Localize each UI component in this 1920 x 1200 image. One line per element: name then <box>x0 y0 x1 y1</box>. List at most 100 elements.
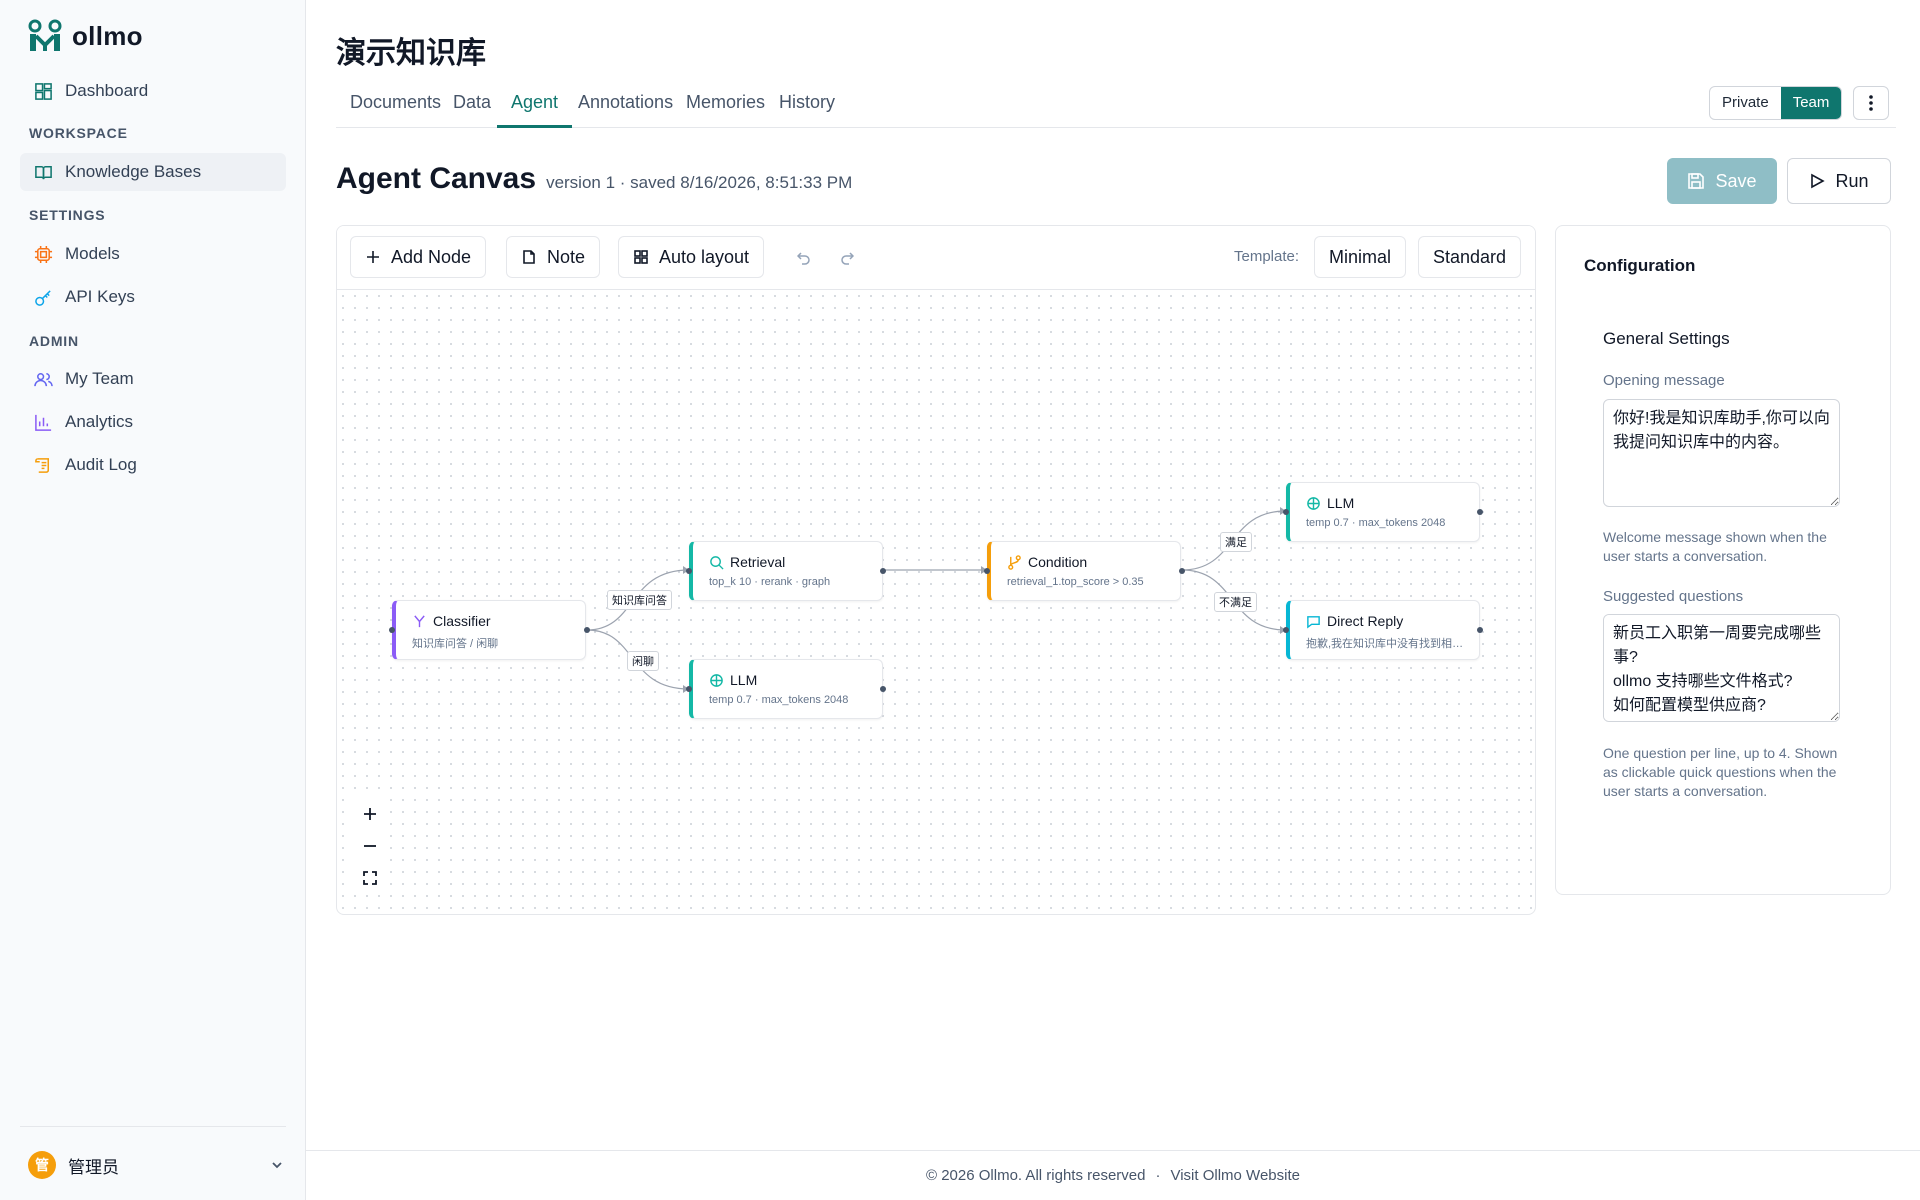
node-output-port[interactable] <box>584 627 590 633</box>
node-output-port[interactable] <box>880 686 886 692</box>
search-icon <box>710 555 724 570</box>
node-title: LLM <box>730 672 758 688</box>
node-condition[interactable]: Condition retrieval_1.top_score > 0.35 <box>987 541 1181 601</box>
section-admin: ADMIN <box>29 333 79 349</box>
template-minimal-button[interactable]: Minimal <box>1314 236 1407 278</box>
node-input-port[interactable] <box>1283 627 1289 633</box>
sidebar-footer: 管 管理员 <box>20 1126 286 1200</box>
sidebar-item-audit-log[interactable]: Audit Log <box>20 446 286 484</box>
run-button[interactable]: Run <box>1787 158 1891 204</box>
tab-agent[interactable]: Agent <box>497 86 573 128</box>
sidebar-item-label: Analytics <box>65 412 134 431</box>
sidebar-item-my-team[interactable]: My Team <box>20 360 286 398</box>
node-output-port[interactable] <box>1477 627 1483 633</box>
visibility-team-option[interactable]: Team <box>1780 87 1842 119</box>
suggested-questions-input[interactable]: 新员工入职第一周要完成哪些事? ollmo 支持哪些文件格式? 如何配置模型供应… <box>1603 614 1840 722</box>
node-input-port[interactable] <box>686 568 692 574</box>
edge-label-chat[interactable]: 闲聊 <box>627 651 659 671</box>
template-label: Template: <box>1234 248 1300 265</box>
brain-icon <box>710 673 723 687</box>
website-link[interactable]: Visit Ollmo Website <box>1170 1167 1300 1184</box>
add-node-button[interactable]: Add Node <box>350 236 487 278</box>
node-title: Retrieval <box>730 554 786 570</box>
sidebar-item-models[interactable]: Models <box>20 235 286 273</box>
plus-icon <box>367 251 379 263</box>
node-output-port[interactable] <box>1477 509 1483 515</box>
sidebar-item-label: Models <box>65 244 120 263</box>
tab-annotations[interactable]: Annotations <box>564 86 687 128</box>
opening-message-input[interactable]: 你好!我是知识库助手,你可以向我提问知识库中的内容。 <box>1603 399 1840 507</box>
save-label: Save <box>1715 170 1757 191</box>
scroll-icon <box>35 457 50 473</box>
sidebar-item-knowledge-bases[interactable]: Knowledge Bases <box>20 153 286 191</box>
config-title: Configuration <box>1584 256 1696 275</box>
note-button[interactable]: Note <box>506 236 601 278</box>
run-label: Run <box>1835 170 1869 191</box>
tab-history[interactable]: History <box>765 86 849 128</box>
node-output-port[interactable] <box>880 568 886 574</box>
general-settings-heading: General Settings <box>1603 329 1730 348</box>
zoom-out-button[interactable] <box>354 830 386 862</box>
edge-label-not-satisfied[interactable]: 不满足 <box>1214 592 1257 612</box>
save-button[interactable]: Save <box>1667 158 1777 204</box>
sidebar-item-dashboard[interactable]: Dashboard <box>20 72 286 110</box>
node-input-port[interactable] <box>1283 509 1289 515</box>
node-llm-answer[interactable]: LLM temp 0.7 · max_tokens 2048 <box>1286 482 1480 542</box>
user-name: 管理员 <box>68 1157 119 1177</box>
avatar: 管 <box>28 1151 56 1179</box>
brain-icon <box>1307 496 1320 510</box>
node-subtitle: 抱歉,我在知识库中没有找到相关信息。 <box>1306 638 1472 650</box>
node-direct-reply[interactable]: Direct Reply 抱歉,我在知识库中没有找到相关信息。 <box>1286 600 1480 660</box>
tab-memories[interactable]: Memories <box>672 86 779 128</box>
footer: © 2026 Ollmo. All rights reserved · Visi… <box>306 1150 1920 1200</box>
node-input-port[interactable] <box>389 627 395 633</box>
more-menu-button[interactable] <box>1853 86 1889 120</box>
node-input-port[interactable] <box>686 686 692 692</box>
template-standard-button[interactable]: Standard <box>1418 236 1522 278</box>
zoom-in-button[interactable] <box>354 798 386 830</box>
tab-documents[interactable]: Documents <box>336 86 455 128</box>
node-llm-chat[interactable]: LLM temp 0.7 · max_tokens 2048 <box>689 659 883 719</box>
split-icon <box>414 614 425 627</box>
minus-icon <box>364 845 376 847</box>
sidebar-item-label: Audit Log <box>65 455 137 474</box>
undo-button[interactable] <box>790 244 818 272</box>
edge-label-satisfied[interactable]: 满足 <box>1220 532 1252 552</box>
node-title: Condition <box>1028 554 1088 570</box>
layout-grid-icon <box>634 250 648 264</box>
redo-button[interactable] <box>833 244 861 272</box>
canvas-toolbar: Add Node Note Auto layout Template: Mini… <box>337 226 1535 290</box>
user-menu-button[interactable]: 管 管理员 <box>28 1147 284 1183</box>
sidebar-item-api-keys[interactable]: API Keys <box>20 278 286 316</box>
template-standard-label: Standard <box>1433 246 1507 267</box>
fit-view-button[interactable] <box>354 862 386 894</box>
visibility-private-option[interactable]: Private <box>1710 87 1781 119</box>
node-title: LLM <box>1327 495 1355 511</box>
footer-separator: · <box>1155 1167 1161 1184</box>
auto-layout-button[interactable]: Auto layout <box>618 236 765 278</box>
canvas-title: Agent Canvas <box>336 162 537 195</box>
main-content: 演示知识库 Documents Data Agent Annotations M… <box>306 0 1920 1200</box>
canvas-header: Agent Canvas version 1 · saved 8/16/2026… <box>336 162 852 196</box>
edge-label-kb-qa[interactable]: 知识库问答 <box>607 590 672 610</box>
app-logo[interactable]: ollmo <box>28 18 143 54</box>
configuration-panel: Configuration General Settings Opening m… <box>1555 225 1891 895</box>
node-output-port[interactable] <box>1179 568 1185 574</box>
zoom-controls <box>354 798 386 894</box>
version-meta: version 1 · saved 8/16/2026, 8:51:33 PM <box>546 173 853 192</box>
node-retrieval[interactable]: Retrieval top_k 10 · rerank · graph <box>689 541 883 601</box>
tab-data[interactable]: Data <box>439 86 505 128</box>
opening-message-label: Opening message <box>1603 372 1725 389</box>
undo-icon <box>797 252 810 265</box>
node-input-port[interactable] <box>984 568 990 574</box>
bar-chart-icon <box>35 414 52 431</box>
suggested-questions-help: One question per line, up to 4. Shown as… <box>1603 745 1838 799</box>
node-subtitle: top_k 10 · rerank · graph <box>709 576 831 588</box>
sidebar-item-analytics[interactable]: Analytics <box>20 403 286 441</box>
node-classifier[interactable]: Classifier 知识库问答 / 闲聊 <box>392 600 586 660</box>
section-workspace: WORKSPACE <box>29 125 128 141</box>
chevron-down-icon <box>272 1162 282 1169</box>
note-label: Note <box>547 246 586 267</box>
agent-canvas: Add Node Note Auto layout Template: Mini… <box>336 225 1536 915</box>
visibility-toggle: Private Team <box>1709 86 1843 120</box>
